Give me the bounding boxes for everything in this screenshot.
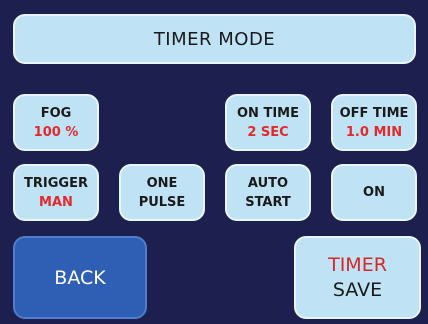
auto-start-line2: START (245, 194, 291, 210)
back-button[interactable]: BACK (13, 236, 147, 319)
auto-start-button[interactable]: AUTO START (225, 164, 311, 221)
timer-save-line2: SAVE (332, 278, 383, 301)
fog-label: FOG (40, 105, 72, 121)
off-time-label: OFF TIME (339, 105, 409, 121)
on-button-label: ON (363, 185, 385, 200)
trigger-value: MAN (39, 194, 73, 210)
timer-save-line1: TIMER (328, 253, 387, 276)
page-title: TIMER MODE (153, 28, 276, 50)
fog-value: 100 % (33, 124, 79, 140)
one-pulse-line2: PULSE (138, 194, 186, 210)
off-time-value: 1.0 MIN (345, 124, 403, 140)
on-time-value: 2 SEC (247, 124, 289, 140)
one-pulse-line1: ONE (146, 175, 178, 191)
fog-button[interactable]: FOG 100 % (13, 94, 99, 151)
on-time-button[interactable]: ON TIME 2 SEC (225, 94, 311, 151)
trigger-label: TRIGGER (24, 175, 88, 191)
one-pulse-button[interactable]: ONE PULSE (119, 164, 205, 221)
timer-mode-screen: TIMER MODE FOG 100 % ON TIME 2 SEC OFF T… (0, 0, 428, 324)
trigger-button[interactable]: TRIGGER MAN (13, 164, 99, 221)
timer-save-button[interactable]: TIMER SAVE (294, 236, 421, 319)
title-bar: TIMER MODE (13, 14, 416, 64)
back-button-label: BACK (54, 266, 106, 289)
auto-start-line1: AUTO (247, 175, 289, 191)
on-button[interactable]: ON (331, 164, 417, 221)
off-time-button[interactable]: OFF TIME 1.0 MIN (331, 94, 417, 151)
on-time-label: ON TIME (237, 105, 299, 121)
